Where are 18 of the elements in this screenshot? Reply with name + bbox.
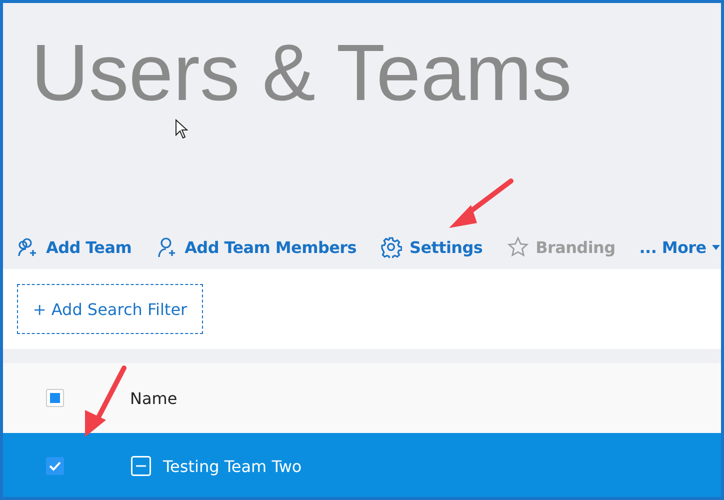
add-search-filter-button[interactable]: + Add Search Filter — [17, 284, 203, 334]
collapse-toggle-icon[interactable] — [131, 456, 151, 476]
toolbar-link[interactable]: Add Team Members — [156, 236, 356, 258]
toolbar-link[interactable]: Add Team — [17, 236, 132, 258]
toolbar-link[interactable]: ... More — [639, 238, 720, 256]
caret-icon — [712, 244, 720, 250]
star-icon — [506, 236, 529, 258]
table-row[interactable]: Testing Team Two — [3, 433, 721, 497]
mouse-pointer-icon — [175, 119, 189, 139]
people-add-icon — [17, 236, 39, 258]
team-name: Testing Team Two — [163, 456, 302, 476]
select-all-checkbox[interactable] — [46, 389, 64, 407]
toolbar-link[interactable]: Settings — [380, 236, 483, 258]
page-title: Users & Teams — [31, 33, 572, 113]
settings-icon — [380, 236, 402, 258]
column-header: Name — [130, 388, 178, 408]
row-checkbox[interactable] — [46, 457, 64, 475]
person-add-icon — [156, 236, 178, 258]
